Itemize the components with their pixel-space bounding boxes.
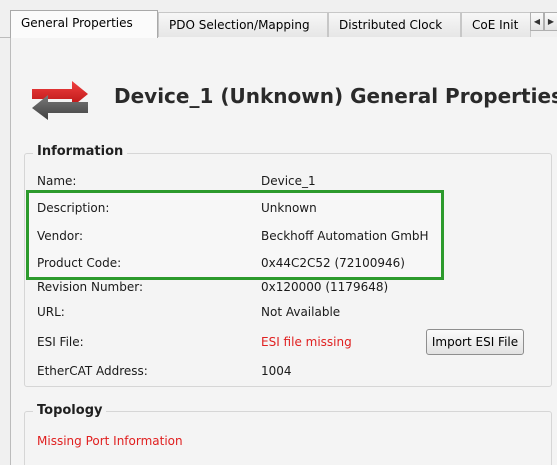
esi-file-value: ESI file missing (261, 335, 352, 349)
information-group-title: Information (33, 144, 128, 159)
tab-strip: General Properties PDO Selection/Mapping… (0, 0, 557, 38)
name-label: Name: (37, 174, 77, 188)
url-value: Not Available (261, 305, 341, 319)
description-value: Unknown (261, 201, 317, 215)
vendor-value: Beckhoff Automation GmbH (261, 229, 429, 243)
tab-scroll-right-button[interactable]: ▶ (544, 12, 557, 31)
chevron-right-icon: ▶ (547, 17, 555, 26)
esi-file-label: ESI File: (37, 335, 84, 349)
topology-group-title: Topology (33, 403, 107, 418)
vendor-label: Vendor: (37, 229, 83, 243)
product-code-value: 0x44C2C52 (72100946) (261, 256, 405, 270)
chevron-left-icon: ◀ (533, 17, 541, 26)
transfer-arrows-icon (32, 81, 88, 120)
tab-coe-init[interactable]: CoE Init (461, 12, 531, 37)
topology-message: Missing Port Information (37, 434, 183, 448)
name-value: Device_1 (261, 174, 316, 188)
tab-pdo-selection-mapping[interactable]: PDO Selection/Mapping (158, 12, 328, 37)
tab-scroll-left-button[interactable]: ◀ (530, 12, 544, 31)
revision-number-value: 0x120000 (1179648) (261, 280, 389, 294)
import-esi-file-button[interactable]: Import ESI File (426, 329, 524, 355)
device-properties-window: General Properties PDO Selection/Mapping… (0, 0, 557, 465)
tab-distributed-clock[interactable]: Distributed Clock (328, 12, 461, 37)
tab-general-properties[interactable]: General Properties (10, 10, 158, 38)
description-label: Description: (37, 201, 110, 215)
ethercat-address-value: 1004 (261, 364, 292, 378)
product-code-label: Product Code: (37, 256, 122, 270)
page-title: Device_1 (Unknown) General Properties (114, 84, 557, 108)
ethercat-address-label: EtherCAT Address: (37, 364, 148, 378)
url-label: URL: (37, 305, 65, 319)
revision-number-label: Revision Number: (37, 280, 144, 294)
